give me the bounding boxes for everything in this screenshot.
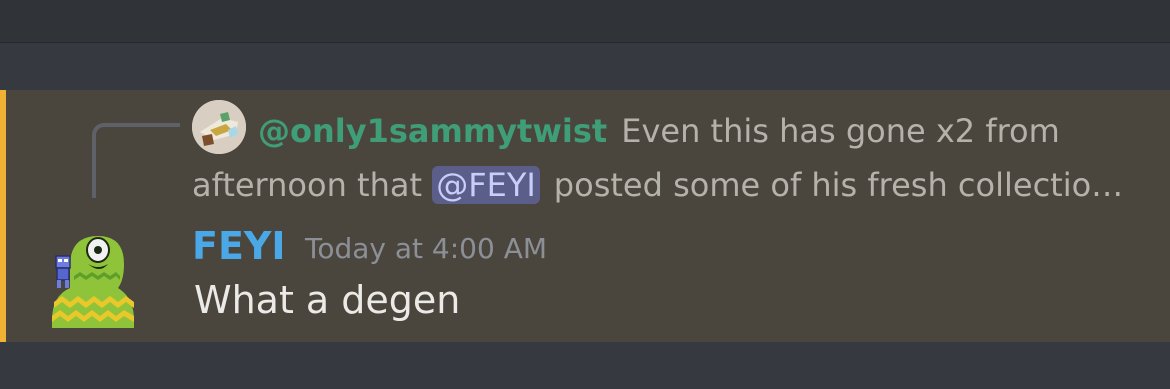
message-item[interactable]: @only1sammytwist Even this has gone x2 fr… (0, 90, 1170, 342)
channel-top-bar (0, 0, 1170, 43)
author-name[interactable]: FEYI (192, 224, 286, 268)
mention-highlight-bar (0, 90, 6, 342)
message-content: What a degen (194, 278, 461, 322)
reply-text-line-1: Even this has gone x2 from (621, 112, 1060, 150)
reply-spine (92, 123, 180, 198)
reply-text-after-mention: posted some of his fresh collectio… (553, 166, 1124, 204)
author-avatar[interactable] (48, 230, 138, 330)
reply-text-before-mention: afternoon that (192, 166, 423, 204)
reply-preview[interactable]: @only1sammytwist Even this has gone x2 fr… (192, 104, 1142, 212)
user-mention[interactable]: @FEYI (432, 166, 540, 204)
message-timestamp[interactable]: Today at 4:00 AM (305, 232, 547, 265)
reply-author-name[interactable]: @only1sammytwist (258, 112, 607, 150)
